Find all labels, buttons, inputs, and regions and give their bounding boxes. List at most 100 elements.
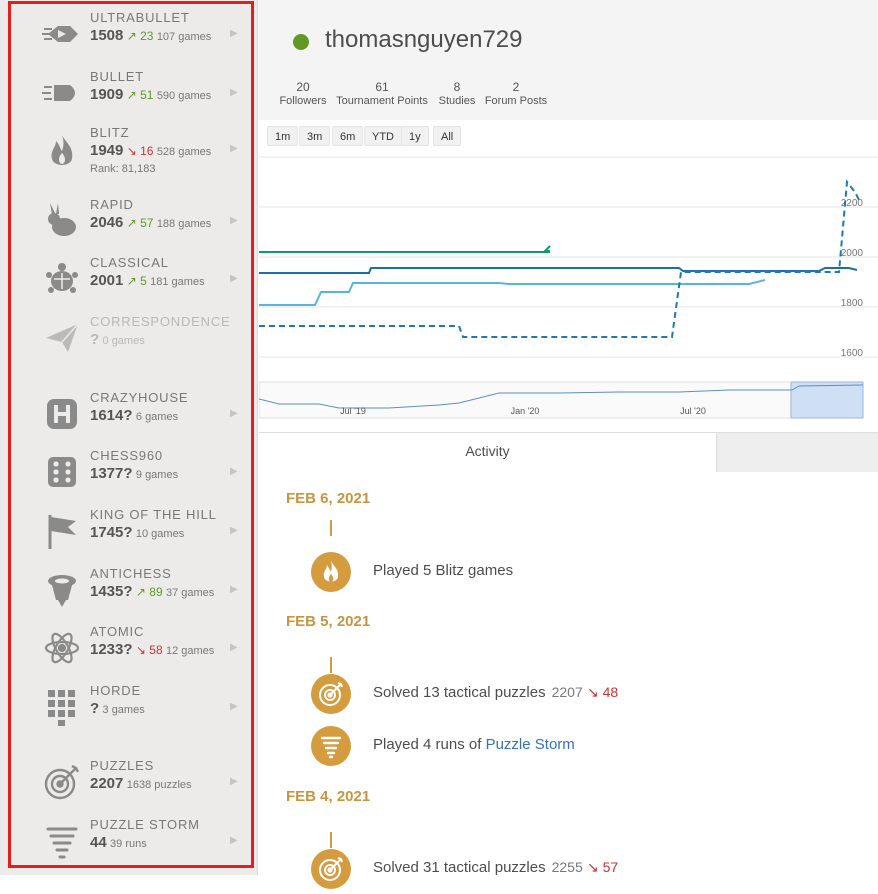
- y-tick-label: 1800: [841, 298, 864, 309]
- timeline-line: [330, 520, 332, 536]
- perf-king-of-the-hill[interactable]: KING OF THE HILL 1745? 10 games ▶: [0, 505, 258, 563]
- perf-antichess[interactable]: ANTICHESS 1435? ↗︎ 89 37 games ▶: [0, 564, 258, 622]
- classical-turtle-icon: [42, 259, 82, 299]
- perf-name: CHESS960: [90, 448, 163, 463]
- perf-rank: Rank: 81,183: [90, 163, 156, 175]
- navigator-tick-label: Jul '19: [340, 406, 366, 416]
- perf-name: KING OF THE HILL: [90, 507, 217, 522]
- y-tick-label: 1600: [841, 348, 864, 359]
- progress-up: ↗︎ 51: [126, 88, 154, 102]
- progress-down: ↘︎ 57: [586, 859, 619, 875]
- perf-atomic[interactable]: ATOMIC 1233? ↘︎ 58 12 games ▶: [0, 622, 258, 680]
- perf-games: 0 games: [102, 335, 145, 347]
- chevron-right-icon: ▶: [230, 408, 238, 419]
- perf-games: 107 games: [156, 31, 212, 43]
- rating-history-chart: 2200 2000 1800 1600 Jul '19 Jan '20 Jul …: [259, 120, 878, 432]
- stat-tournament-points[interactable]: 61 Tournament Points: [333, 80, 431, 107]
- perf-blitz[interactable]: BLITZ 1949 ↘︎ 16 528 games Rank: 81,183 …: [0, 123, 258, 183]
- progress-down: ↘︎ 58: [135, 643, 163, 657]
- range-1y-button[interactable]: 1y: [401, 126, 429, 146]
- tab-activity[interactable]: Activity: [259, 433, 717, 473]
- perf-name: PUZZLE STORM: [90, 817, 200, 832]
- perf-games: 37 games: [165, 587, 215, 599]
- perf-rapid[interactable]: RAPID 2046 ↗︎ 57 188 games ▶: [0, 195, 258, 253]
- perf-bullet[interactable]: BULLET 1909 ↗︎ 51 590 games ▶: [0, 67, 258, 125]
- profile-header: thomasnguyen729 20 Followers 61 Tournament…: [259, 0, 878, 120]
- navigator-tick-label: Jan '20: [511, 406, 540, 416]
- username[interactable]: thomasnguyen729: [325, 26, 522, 54]
- progress-up: ↗︎ 57: [126, 216, 154, 230]
- range-all-button[interactable]: All: [433, 126, 462, 146]
- perf-chess960[interactable]: CHESS960 1377? 9 games ▶: [0, 446, 258, 504]
- chevron-right-icon: ▶: [230, 525, 238, 536]
- perf-rating: ?: [90, 700, 100, 717]
- navigator-tick-label: Jul '20: [680, 406, 706, 416]
- perf-name: RAPID: [90, 197, 134, 212]
- progress-down: ↘︎ 16: [126, 144, 154, 158]
- perf-classical[interactable]: CLASSICAL 2001 ↗︎ 5 181 games ▶: [0, 253, 258, 311]
- perf-name: CLASSICAL: [90, 255, 169, 270]
- activity-entry: Played 5 Blitz games: [373, 562, 514, 579]
- progress-up: ↗︎ 5: [126, 274, 147, 288]
- perf-name: ANTICHESS: [90, 566, 172, 581]
- perf-ultrabullet[interactable]: ULTRABULLET 1508 ↗︎ 23 107 games ▶: [0, 8, 258, 66]
- puzzle-storm-icon: [42, 821, 82, 861]
- perf-games: 6 games: [135, 411, 179, 423]
- rating-chart-svg: 2200 2000 1800 1600 Jul '19 Jan '20 Jul …: [259, 156, 878, 419]
- perf-name: ULTRABULLET: [90, 10, 190, 25]
- stat-studies[interactable]: 8 Studies: [435, 80, 479, 107]
- perf-name: CRAZYHOUSE: [90, 390, 189, 405]
- online-status-dot: [293, 34, 309, 50]
- chevron-right-icon: ▶: [230, 701, 238, 712]
- range-6m-button[interactable]: 6m: [332, 126, 364, 146]
- perf-games: 590 games: [156, 90, 212, 102]
- blitz-fire-icon: [311, 552, 351, 592]
- perf-name: HORDE: [90, 683, 141, 698]
- perf-crazyhouse[interactable]: CRAZYHOUSE 1614? 6 games ▶: [0, 388, 258, 446]
- chevron-right-icon: ▶: [230, 776, 238, 787]
- perf-puzzle-storm[interactable]: PUZZLE STORM 44 39 runs ▶: [0, 815, 258, 873]
- king-of-the-hill-flag-icon: [42, 511, 82, 551]
- sidebar-perf-ratings: ULTRABULLET 1508 ↗︎ 23 107 games ▶ BULLE…: [0, 0, 258, 875]
- chevron-right-icon: ▶: [230, 642, 238, 653]
- perf-rating: 2001: [90, 272, 124, 289]
- horde-icon: [42, 687, 82, 727]
- stat-followers[interactable]: 20 Followers: [276, 80, 330, 107]
- correspondence-plane-icon: [42, 318, 82, 358]
- puzzle-target-icon: [311, 674, 351, 714]
- puzzle-target-icon: [42, 762, 82, 802]
- rapid-rabbit-icon: [42, 201, 82, 241]
- chevron-right-icon: ▶: [230, 143, 238, 154]
- perf-puzzles[interactable]: PUZZLES 2207 1638 puzzles ▶: [0, 756, 258, 814]
- perf-horde[interactable]: HORDE ? 3 games ▶: [0, 681, 258, 739]
- range-3m-button[interactable]: 3m: [299, 126, 331, 146]
- activity-entry: Solved 31 tactical puzzles 2255 ↘︎ 57: [373, 859, 619, 876]
- puzzle-score: 2255: [551, 859, 583, 875]
- perf-rating: ?: [90, 331, 100, 348]
- perf-games: 12 games: [165, 645, 215, 657]
- perf-games: 10 games: [135, 528, 185, 540]
- perf-name: PUZZLES: [90, 758, 155, 773]
- perf-name: ATOMIC: [90, 624, 145, 639]
- series-line-light-blue: [259, 279, 766, 306]
- puzzle-storm-link[interactable]: Puzzle Storm: [486, 736, 575, 753]
- puzzle-target-icon: [311, 849, 351, 889]
- chess960-dice-icon: [42, 452, 82, 492]
- navigator-selection[interactable]: [790, 381, 864, 419]
- chevron-right-icon: ▶: [230, 273, 238, 284]
- activity-date: FEB 5, 2021: [286, 613, 371, 630]
- puzzle-storm-icon: [311, 726, 351, 766]
- perf-correspondence[interactable]: CORRESPONDENCE ? 0 games: [0, 312, 258, 370]
- range-1m-button[interactable]: 1m: [267, 126, 299, 146]
- stat-forum-posts[interactable]: 2 Forum Posts: [482, 80, 550, 107]
- range-ytd-button[interactable]: YTD: [364, 126, 402, 146]
- perf-games: 181 games: [150, 276, 205, 288]
- perf-games: 9 games: [135, 469, 179, 481]
- profile-tabs: Activity: [259, 432, 878, 473]
- chevron-right-icon: ▶: [230, 87, 238, 98]
- progress-up: ↗︎ 23: [126, 29, 154, 43]
- perf-games: 1638 puzzles: [126, 779, 192, 791]
- chevron-right-icon: ▶: [230, 28, 238, 39]
- timeline-line: [330, 832, 332, 848]
- perf-rating: 1949: [90, 142, 124, 159]
